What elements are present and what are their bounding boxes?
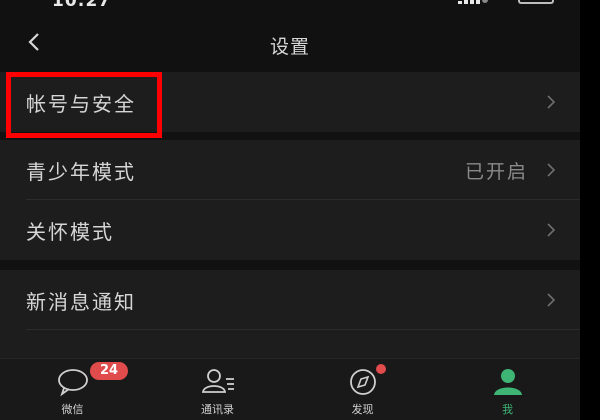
wifi-icon (482, 0, 488, 3)
tab-label: 我 (502, 403, 513, 416)
tab-discover[interactable]: 发现 (290, 359, 435, 420)
settings-item-account-security[interactable]: 帐号与安全 (0, 72, 580, 132)
status-bar: 10:27 (0, 0, 580, 14)
settings-group-notifications: 新消息通知 隐私 (0, 270, 580, 384)
chevron-right-icon (547, 95, 556, 109)
chevron-right-icon (547, 163, 556, 177)
tab-bar: 24 微信 通讯录 发现 我 (0, 358, 580, 420)
tab-me[interactable]: 我 (435, 359, 580, 420)
settings-item-label: 新消息通知 (26, 289, 136, 314)
nav-header: 设置 (0, 14, 580, 70)
chat-bubble-icon (57, 369, 88, 397)
settings-item-care-mode[interactable]: 关怀模式 (0, 200, 580, 260)
settings-group-account: 帐号与安全 (0, 72, 580, 132)
chevron-right-icon (547, 293, 556, 307)
settings-item-label: 青少年模式 (26, 159, 136, 184)
contacts-icon (201, 369, 234, 393)
screen-edge (580, 0, 600, 420)
battery-icon (518, 0, 554, 4)
page-title: 设置 (269, 36, 310, 58)
tab-label: 通讯录 (201, 403, 234, 416)
settings-item-label: 帐号与安全 (26, 91, 136, 116)
new-content-dot (376, 364, 386, 374)
settings-item-teen-mode[interactable]: 青少年模式 已开启 (0, 140, 580, 200)
signal-icon (458, 0, 480, 4)
teen-mode-status: 已开启 (464, 160, 528, 183)
settings-group-modes: 青少年模式 已开启 关怀模式 (0, 140, 580, 260)
tab-chats[interactable]: 24 微信 (0, 359, 145, 420)
chevron-right-icon (547, 223, 556, 237)
settings-item-label: 关怀模式 (26, 219, 114, 244)
person-icon (493, 369, 522, 395)
unread-badge: 24 (90, 362, 128, 380)
compass-icon (349, 369, 376, 395)
tab-contacts[interactable]: 通讯录 (145, 359, 290, 420)
status-time: 10:27 (52, 0, 112, 11)
tab-label: 发现 (351, 403, 374, 416)
tab-label: 微信 (61, 403, 84, 416)
settings-screen: 10:27 设置 帐号与安全 青少年模式 已开启 关怀模式 新消息通知 24 微… (0, 0, 580, 420)
settings-item-notifications[interactable]: 新消息通知 (0, 270, 580, 330)
